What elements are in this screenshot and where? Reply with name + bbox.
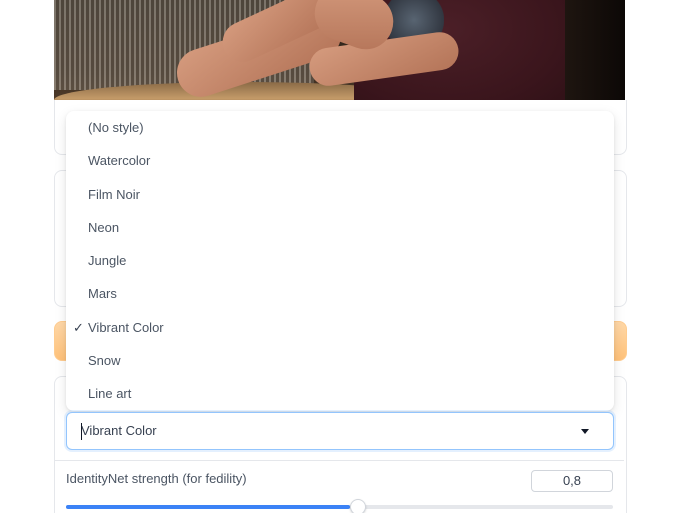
identitynet-strength-slider-track[interactable] (66, 505, 613, 509)
app-stage: (No style) Watercolor Film Noir Neon Jungle M… (0, 0, 700, 513)
check-icon: ✓ (73, 320, 84, 335)
style-option[interactable]: ✓ Vibrant Color (66, 311, 614, 344)
identitynet-strength-label: IdentityNet strength (for fedility) (66, 471, 247, 486)
style-option-label: Neon (88, 220, 120, 235)
style-option-label: Film Noir (88, 187, 140, 202)
style-option-label: Vibrant Color (88, 320, 164, 335)
style-option[interactable]: Neon (66, 211, 614, 244)
style-option[interactable]: Line art (66, 377, 614, 410)
style-option[interactable]: Film Noir (66, 178, 614, 211)
divider (55, 460, 624, 461)
style-option[interactable]: Watercolor (66, 144, 614, 177)
style-select-value: Vibrant Color (81, 423, 157, 438)
style-option-label: Jungle (88, 253, 127, 268)
identitynet-strength-slider-fill (66, 505, 350, 509)
style-option-label: Mars (88, 286, 117, 301)
style-option-label: Watercolor (88, 153, 151, 168)
identitynet-strength-input[interactable]: 0,8 (531, 470, 613, 492)
caret-down-icon[interactable] (581, 429, 589, 434)
identitynet-strength-slider-thumb[interactable] (350, 499, 366, 513)
style-option[interactable]: Snow (66, 344, 614, 377)
style-option-label: Line art (88, 386, 132, 401)
style-option-label: Snow (88, 353, 121, 368)
style-dropdown-list: (No style) Watercolor Film Noir Neon Jungle M… (66, 111, 614, 411)
style-select[interactable]: Vibrant Color (66, 412, 614, 450)
style-option[interactable]: (No style) (66, 111, 614, 144)
style-option[interactable]: Mars (66, 277, 614, 310)
text-cursor (81, 423, 82, 440)
style-option[interactable]: Jungle (66, 244, 614, 277)
style-option-label: (No style) (88, 120, 144, 135)
